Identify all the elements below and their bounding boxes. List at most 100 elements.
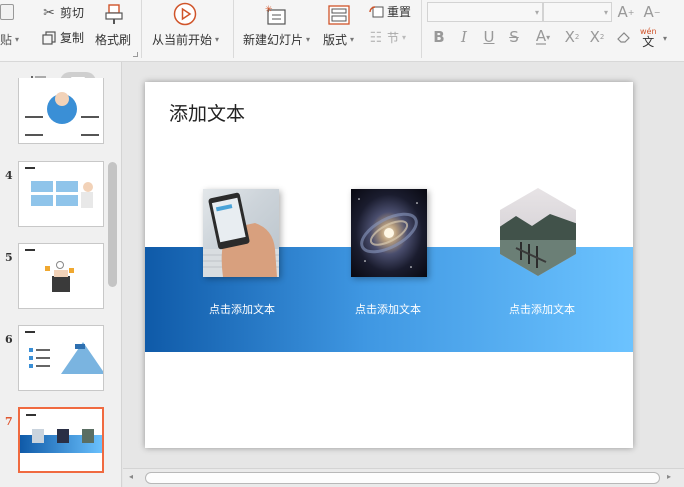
slide-thumbnail-5[interactable]: 5	[0, 243, 110, 309]
divider	[421, 0, 422, 58]
chevron-down-icon: ▾	[534, 7, 539, 17]
thumbnail-text-line	[36, 349, 50, 351]
cut-label: 剪切	[60, 6, 85, 20]
subscript-icon[interactable]: X2	[588, 27, 606, 47]
thumbnail-photo	[57, 429, 69, 443]
slide-thumbnail-7[interactable]: 7	[0, 407, 110, 473]
lake-hexagon-photo[interactable]	[498, 186, 578, 278]
phone-photo[interactable]	[203, 189, 279, 277]
thumbnail-bullet	[29, 356, 33, 360]
from-current-slide-button[interactable]: 从当前开始 ▾	[152, 31, 219, 48]
chevron-down-icon: ▾	[402, 33, 407, 42]
horizontal-scrollbar[interactable]: ◂ ▸	[123, 468, 684, 487]
phonetic-char: 文	[642, 35, 655, 49]
italic-icon[interactable]: I	[455, 27, 473, 47]
caption-1[interactable]: 点击添加文本	[177, 301, 307, 317]
thumbnail-title-line	[26, 414, 36, 416]
slide-thumbnail-6[interactable]: 6	[0, 325, 110, 391]
thumbnail-graphic	[56, 181, 78, 192]
thumbnail-text-line	[36, 365, 50, 367]
slide-thumbnail-4[interactable]: 4	[0, 161, 110, 227]
slide-thumbnail-preview	[18, 325, 104, 391]
thumbnail-text-line	[36, 357, 50, 359]
reset-button[interactable]: 重置	[368, 3, 411, 20]
layout-label: 版式	[323, 33, 348, 47]
layout-icon	[326, 3, 352, 27]
font-color-icon[interactable]: A ▾	[530, 27, 556, 47]
thumbnail-text-line	[25, 116, 43, 118]
chevron-down-icon: ▾	[15, 35, 20, 44]
thumbnail-bullet	[29, 348, 33, 352]
slide-number: 7	[5, 415, 13, 428]
layout-button[interactable]: 版式 ▾	[323, 31, 354, 48]
slide-thumbnail-panel: 4 5 6 7	[0, 62, 122, 487]
chevron-down-icon: ▾	[306, 35, 311, 44]
copy-button[interactable]: 复制	[41, 29, 84, 46]
slide-number: 6	[5, 333, 13, 346]
thumbnail-bullet	[29, 364, 33, 368]
paste-button[interactable]	[0, 4, 14, 20]
underline-icon[interactable]: U	[480, 27, 498, 47]
thumbnail-graphic	[75, 344, 85, 349]
thumbnail-photo	[82, 429, 94, 443]
chevron-down-icon: ▾	[215, 35, 220, 44]
thumbnail-graphic	[56, 195, 78, 206]
thumbnail-title-line	[25, 167, 35, 169]
bold-icon[interactable]: B	[430, 27, 448, 47]
thumbnail-graphic	[83, 182, 93, 192]
slide-thumbnail-preview	[18, 243, 104, 309]
chevron-down-icon: ▾	[350, 35, 355, 44]
phonetic-guide-button[interactable]: wén 文	[640, 27, 657, 49]
caption-3[interactable]: 点击添加文本	[477, 301, 607, 317]
reset-icon	[368, 4, 384, 20]
format-painter-button[interactable]: 格式刷	[95, 31, 131, 48]
new-slide-icon: ✳	[262, 3, 290, 27]
slide-canvas[interactable]: 添加文本 点击添加文本 点击添加文本 点击添加文本	[145, 82, 633, 448]
slide-number: 4	[5, 169, 13, 182]
scroll-right-icon[interactable]: ▸	[667, 472, 671, 481]
shrink-font-icon[interactable]: A −	[643, 2, 661, 22]
paste-label-button[interactable]: 贴 ▾	[0, 31, 19, 48]
play-icon	[172, 1, 198, 27]
format-painter-icon	[100, 2, 128, 26]
font-name-select[interactable]: ▾	[427, 2, 543, 22]
strikethrough-icon[interactable]: S	[505, 27, 523, 47]
slide-title[interactable]: 添加文本	[169, 99, 245, 126]
scrollbar-thumb[interactable]	[145, 472, 660, 484]
scroll-left-icon[interactable]: ◂	[129, 472, 133, 481]
paste-label: 贴	[0, 33, 13, 47]
copy-icon	[41, 30, 57, 46]
thumbnail-title-line	[25, 331, 35, 333]
thumbnail-graphic	[69, 268, 74, 273]
cut-button[interactable]: ✂ 剪切	[41, 4, 84, 21]
thumbnail-graphic	[31, 195, 53, 206]
thumbnail-text-line	[81, 116, 99, 118]
section-label: 节	[387, 31, 400, 45]
slide-thumbnail-preview	[18, 407, 104, 473]
scissors-icon: ✂	[43, 4, 55, 21]
slide-thumbnail-3[interactable]	[0, 78, 110, 144]
thumbnail-text-line	[25, 134, 43, 136]
thumbnail-graphic	[31, 181, 53, 192]
new-slide-button[interactable]: 新建幻灯片 ▾	[243, 31, 310, 48]
galaxy-photo[interactable]	[351, 189, 427, 277]
new-slide-label: 新建幻灯片	[243, 33, 304, 47]
eraser-icon[interactable]	[615, 27, 633, 47]
thumbnail-graphic	[45, 266, 50, 271]
thumbnail-graphic	[55, 92, 69, 106]
thumbnail-graphic	[54, 270, 68, 277]
font-size-select[interactable]: ▾	[543, 2, 612, 22]
dialog-launcher-icon[interactable]	[133, 52, 138, 57]
grow-font-icon[interactable]: A +	[617, 2, 635, 22]
slide-number: 5	[5, 251, 13, 264]
reset-label: 重置	[387, 5, 412, 19]
thumbnail-graphic	[81, 192, 93, 208]
thumbnail-text-line	[81, 134, 99, 136]
chevron-down-icon[interactable]: ▾	[663, 34, 667, 43]
superscript-icon[interactable]: X2	[563, 27, 581, 47]
thumbnail-scrollbar[interactable]	[108, 162, 117, 287]
section-button[interactable]: ☷ 节 ▾	[368, 29, 406, 46]
divider	[233, 0, 234, 58]
caption-2[interactable]: 点击添加文本	[323, 301, 453, 317]
section-icon: ☷	[369, 29, 383, 46]
